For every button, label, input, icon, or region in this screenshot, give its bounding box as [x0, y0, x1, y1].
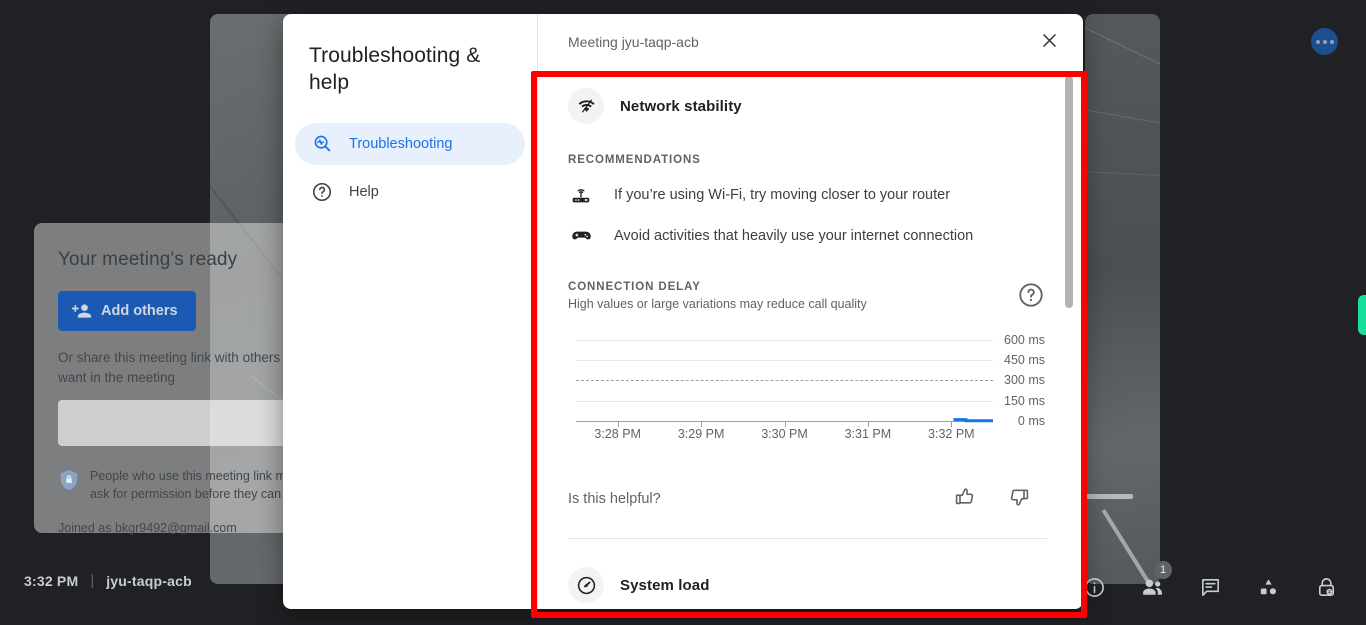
chat-button[interactable] — [1188, 565, 1232, 609]
thumb-down-icon — [1007, 485, 1031, 512]
meeting-tray: 1 — [1072, 561, 1348, 609]
recommendations-label: RECOMMENDATIONS — [568, 154, 701, 166]
connection-delay-chart: 600 ms 450 ms 300 ms 150 ms 0 ms 3:28 PM 3:29 … — [568, 333, 1047, 445]
section-divider — [568, 538, 1047, 539]
chart-x-tick-label: 3:32 PM — [928, 427, 975, 441]
troubleshooting-dialog: Troubleshooting & help Troubleshooting H… — [283, 14, 1083, 609]
chart-y-tick-label: 300 ms — [1004, 373, 1045, 388]
close-icon — [1040, 31, 1059, 53]
dialog-title: Troubleshooting & help — [295, 42, 525, 97]
dialog-title-line1: Troubleshooting & — [309, 44, 481, 67]
recommendation-text: Avoid activities that heavily use your i… — [614, 227, 974, 244]
recommendation-item: Avoid activities that heavily use your i… — [568, 224, 1047, 247]
metric-subtitle: High values or large variations may redu… — [568, 297, 867, 311]
joined-as-text: Joined as bkgr9492@gmail.com — [58, 521, 237, 536]
chart-series-layer — [953, 418, 993, 423]
side-notification-tab[interactable] — [1358, 295, 1366, 335]
dialog-meeting-label: Meeting jyu-taqp-acb — [568, 34, 699, 50]
recommendation-item: If you’re using Wi-Fi, try moving closer… — [568, 184, 1047, 206]
metric-label: CONNECTION DELAY — [568, 281, 701, 293]
feedback-row: Is this helpful? — [568, 481, 1047, 516]
chart-plot-area: 600 ms 450 ms 300 ms 150 ms 0 ms 3:28 PM 3:29 … — [576, 333, 1045, 441]
current-time: 3:32 PM — [24, 572, 79, 589]
gamepad-icon — [568, 224, 594, 247]
chart-x-tick-label: 3:30 PM — [761, 427, 808, 441]
sidebar-item-help[interactable]: Help — [295, 171, 525, 213]
chart-y-tick-label: 450 ms — [1004, 353, 1045, 368]
section-header-network-stability: Network stability — [568, 88, 1047, 124]
recommendation-text: If you’re using Wi-Fi, try moving closer… — [614, 187, 951, 203]
sidebar-item-label: Help — [349, 183, 379, 200]
add-others-label: Add others — [101, 303, 178, 319]
section-title: System load — [620, 576, 710, 594]
more-dot — [1322, 39, 1327, 44]
host-controls-button[interactable] — [1304, 565, 1348, 609]
dialog-header: Meeting jyu-taqp-acb — [538, 14, 1083, 70]
dialog-sidebar: Troubleshooting & help Troubleshooting H… — [283, 14, 538, 609]
activities-button[interactable] — [1246, 565, 1290, 609]
thumb-up-button[interactable] — [949, 481, 981, 516]
help-circle-icon[interactable] — [1017, 281, 1047, 311]
more-options-button[interactable] — [1311, 28, 1338, 55]
thumb-down-button[interactable] — [1003, 481, 1035, 516]
add-person-icon — [72, 301, 92, 321]
section-title: Network stability — [620, 97, 742, 115]
sidebar-item-troubleshooting[interactable]: Troubleshooting — [295, 122, 525, 165]
feedback-question: Is this helpful? — [568, 490, 661, 507]
wifi-icon — [568, 88, 604, 124]
chart-series-line — [953, 418, 993, 423]
share-link-text: Or share this meeting link with others y… — [58, 350, 306, 385]
meeting-details-icon — [1083, 576, 1106, 599]
chart-y-tick-label: 150 ms — [1004, 393, 1045, 408]
dialog-nav: Troubleshooting Help — [295, 122, 525, 213]
router-icon — [568, 184, 594, 206]
status-separator: | — [90, 572, 95, 589]
chart-y-tick-label: 0 ms — [1017, 414, 1045, 428]
connection-delay-header: CONNECTION DELAY High values or large va… — [568, 281, 1047, 311]
chart-x-tick-label: 3:28 PM — [594, 427, 641, 441]
host-lock-icon — [1315, 576, 1338, 599]
people-button[interactable]: 1 — [1130, 561, 1174, 609]
chart-x-tick-label: 3:29 PM — [677, 427, 725, 441]
troubleshooting-icon — [311, 133, 333, 155]
chart-x-tick-label: 3:31 PM — [844, 427, 892, 441]
chat-icon — [1199, 576, 1222, 599]
meeting-ready-title: Your meeting's ready — [58, 249, 238, 270]
activities-icon — [1257, 576, 1280, 599]
scrollbar-track[interactable] — [1065, 76, 1073, 609]
people-badge: 1 — [1154, 561, 1172, 579]
shield-lock-icon — [58, 469, 80, 496]
dialog-content-scroll: Network stability RECOMMENDATIONS If you… — [538, 70, 1083, 609]
sidebar-item-label: Troubleshooting — [349, 135, 453, 152]
video-tile-right — [1085, 14, 1160, 584]
chart-y-tick-label: 600 ms — [1004, 332, 1045, 347]
scrollbar-thumb[interactable] — [1065, 76, 1073, 308]
meeting-status-bar: 3:32 PM | jyu-taqp-acb — [24, 572, 192, 589]
section-header-system-load: System load — [568, 567, 1047, 603]
speedometer-icon — [568, 567, 604, 603]
google-meet-app: Your meeting's ready Add others Or share… — [0, 0, 1366, 625]
meeting-code[interactable]: jyu-taqp-acb — [106, 573, 192, 589]
dialog-title-line2: help — [309, 71, 350, 95]
add-others-button[interactable]: Add others — [58, 291, 196, 331]
dialog-main: Meeting jyu-taqp-acb Network stability R… — [538, 14, 1083, 609]
permission-notice: People who use this meeting link must as… — [58, 468, 310, 503]
meeting-link-field[interactable] — [58, 400, 310, 447]
more-dot — [1329, 39, 1334, 44]
thumb-up-icon — [953, 485, 977, 512]
permission-text: People who use this meeting link must as… — [90, 469, 308, 501]
close-button[interactable] — [1031, 24, 1067, 60]
help-circle-icon — [311, 181, 333, 203]
more-dot — [1315, 39, 1320, 44]
